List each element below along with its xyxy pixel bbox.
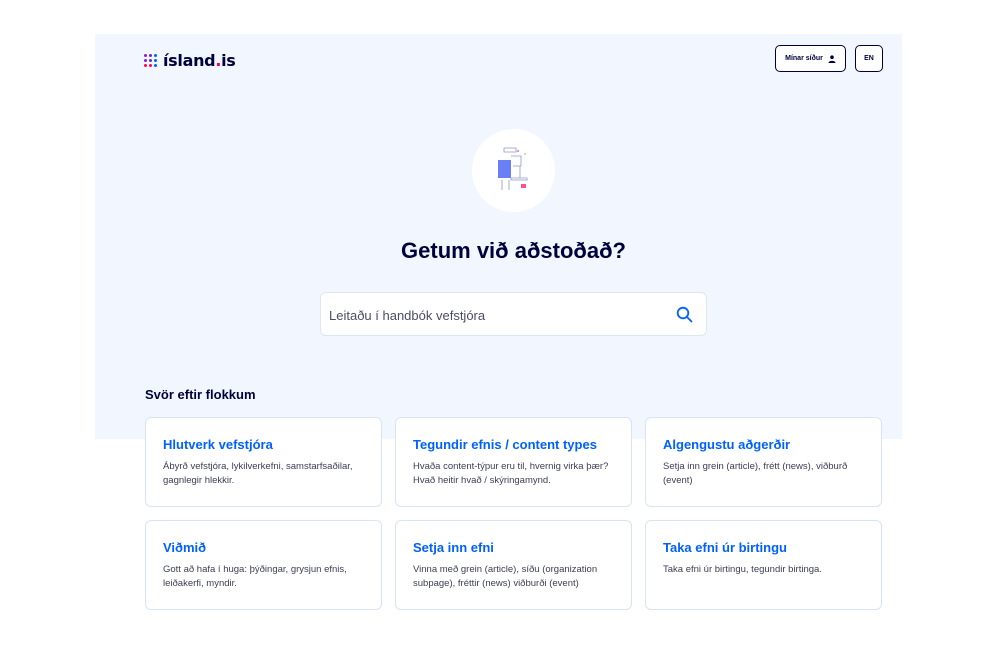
category-card[interactable]: Viðmið Gott að hafa í huga: þýðingar, gr… [145,520,382,610]
category-card[interactable]: Tegundir efnis / content types Hvaða con… [395,417,632,507]
card-description: Setja inn grein (article), frétt (news),… [663,461,848,486]
category-card[interactable]: Setja inn efni Vinna með grein (article)… [395,520,632,610]
my-pages-button[interactable]: Mínar síður [775,45,846,72]
category-card[interactable]: Taka efni úr birtingu Taka efni úr birti… [645,520,882,610]
card-description: Taka efni úr birtingu, tegundir birtinga… [663,564,822,575]
island-logo[interactable]: ísland.is [144,51,236,70]
card-description: Vinna með grein (article), síðu (organiz… [413,564,598,589]
page: ísland.is Mínar síður EN Getum við aðsto… [0,0,1000,670]
logo-text: ísland.is [163,51,236,70]
card-title[interactable]: Hlutverk vefstjóra [163,437,364,452]
page-title: Getum við aðstoðað? [401,238,626,263]
search-box [320,292,707,336]
language-button[interactable]: EN [855,45,883,72]
card-description: Gott að hafa í huga: þýðingar, grysjun e… [163,564,347,589]
card-title[interactable]: Taka efni úr birtingu [663,540,864,555]
logo-grid-icon [144,54,157,67]
card-description: Ábyrð vefstjóra, lykilverkefni, samstarf… [163,461,353,486]
card-title[interactable]: Setja inn efni [413,540,614,555]
card-title[interactable]: Algengustu aðgerðir [663,437,864,452]
header: ísland.is Mínar síður EN [144,45,883,73]
card-description: Hvaða content-týpur eru til, hvernig vir… [413,461,609,486]
card-title[interactable]: Tegundir efnis / content types [413,437,614,452]
card-title[interactable]: Viðmið [163,540,364,555]
help-illustration [472,129,555,212]
user-icon [828,54,836,63]
category-card[interactable]: Hlutverk vefstjóra Ábyrð vefstjóra, lyki… [145,417,382,507]
search-input[interactable] [329,305,659,325]
category-card[interactable]: Algengustu aðgerðir Setja inn grein (art… [645,417,882,507]
hero-background [95,34,902,439]
my-pages-label: Mínar síður [785,55,823,62]
desk-illustration-icon [498,147,528,190]
section-heading: Svör eftir flokkum [145,387,256,402]
search-icon[interactable] [676,306,693,323]
